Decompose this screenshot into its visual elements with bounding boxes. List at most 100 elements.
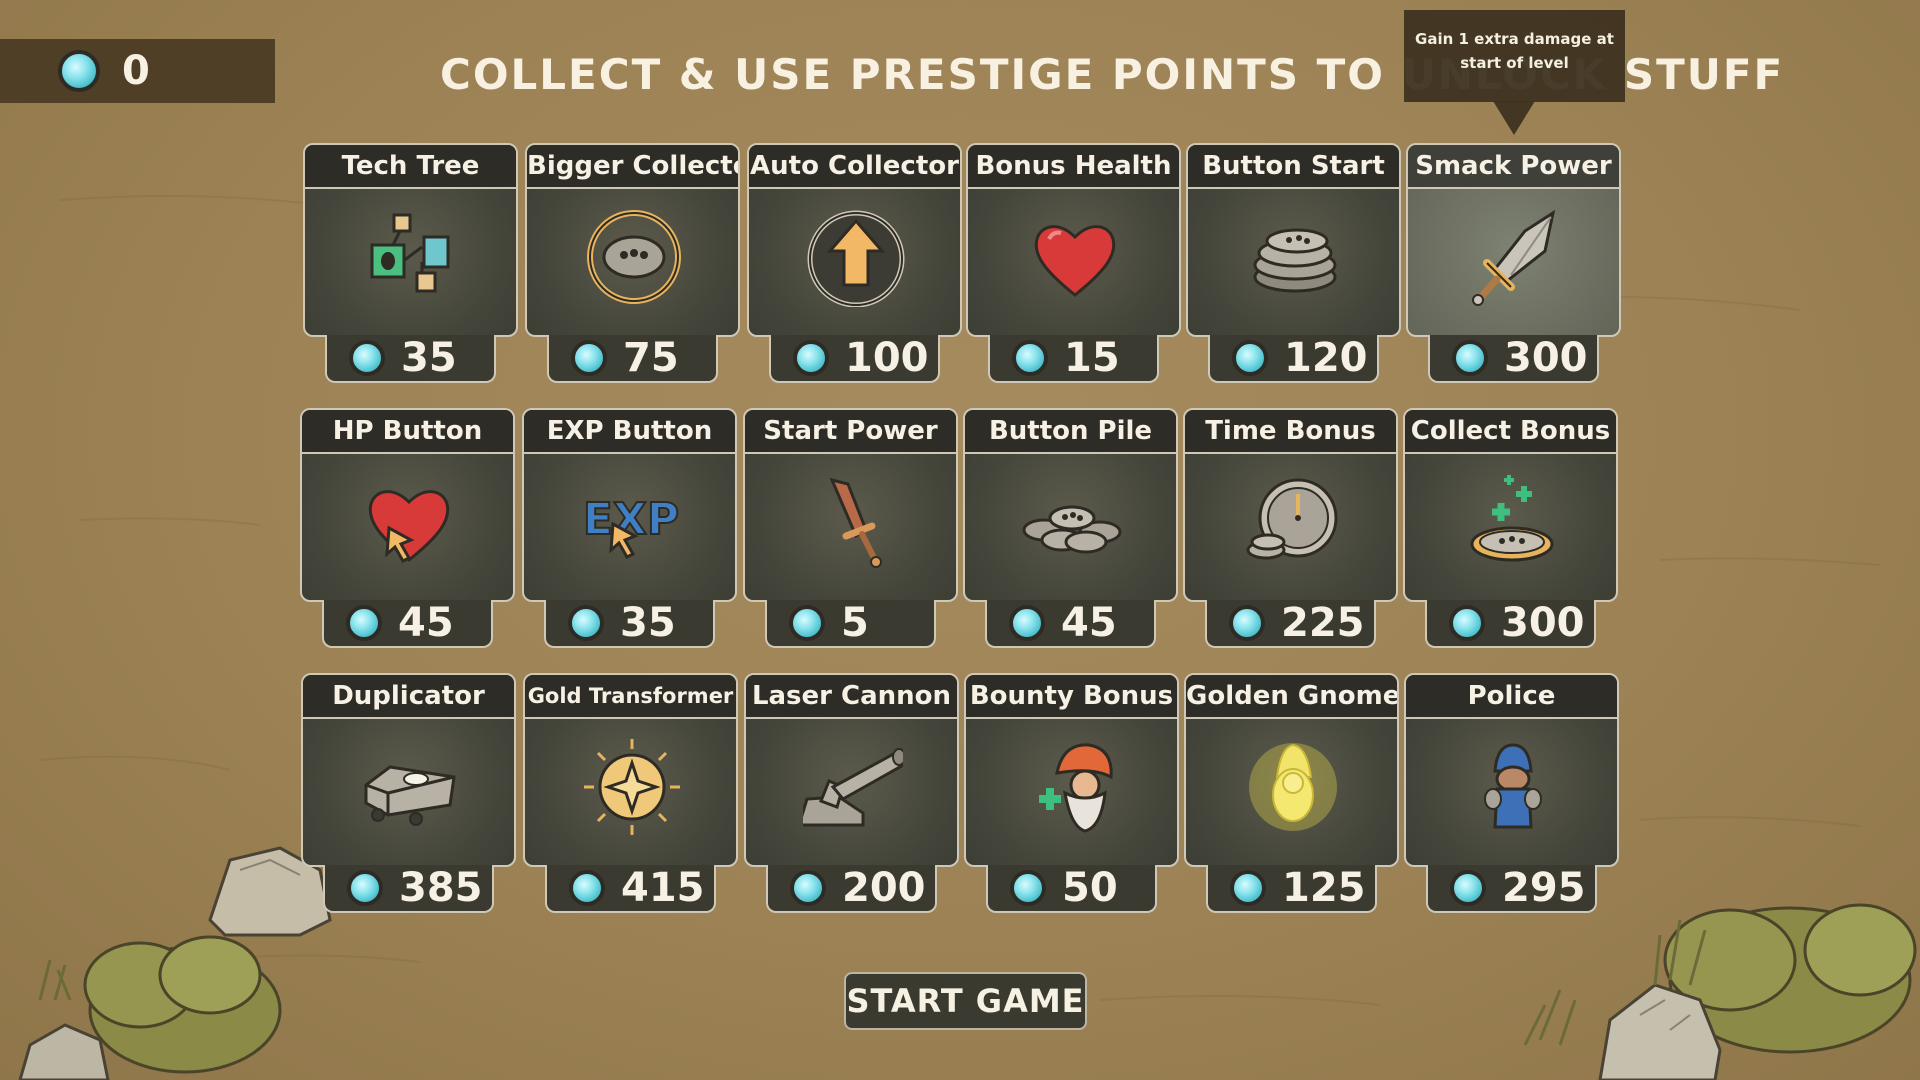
- upgrade-price: 300: [1428, 335, 1599, 383]
- prestige-gem-icon: [1010, 870, 1046, 906]
- upgrade-card-panel: HP Button: [300, 408, 515, 602]
- upgrade-card-smack-power[interactable]: Smack Power 300: [1406, 143, 1621, 383]
- button-pile-icon: [1022, 505, 1122, 554]
- upgrade-title: Laser Cannon: [746, 675, 957, 719]
- upgrade-price: 45: [985, 600, 1156, 648]
- prestige-gem-icon: [789, 605, 825, 641]
- heart-icon: [1034, 225, 1116, 297]
- prestige-points-display: 0: [0, 39, 275, 103]
- prestige-gem-icon: [571, 340, 607, 376]
- upgrade-card-time-bonus[interactable]: Time Bonus 225: [1183, 408, 1398, 648]
- price-value: 200: [842, 865, 926, 911]
- bronze-sword-icon: [829, 477, 882, 568]
- prestige-gem-icon: [1229, 605, 1265, 641]
- golden-gnome-icon: [1249, 743, 1337, 831]
- upgrade-title: Golden Gnome: [1186, 675, 1397, 719]
- price-value: 300: [1504, 335, 1588, 381]
- upgrade-card-panel: Duplicator: [301, 673, 516, 867]
- auto-collector-arrow-icon: [807, 210, 905, 307]
- upgrade-card-panel: Auto Collector: [747, 143, 962, 337]
- upgrade-card-laser-cannon[interactable]: Laser Cannon 200: [744, 673, 959, 913]
- upgrade-card-hp-button[interactable]: HP Button 45: [300, 408, 515, 648]
- upgrade-card-bounty-bonus[interactable]: Bounty Bonus 50: [964, 673, 1179, 913]
- upgrade-price: 295: [1426, 865, 1597, 913]
- gold-star-coin-icon: [584, 739, 680, 835]
- upgrade-card-panel: Bigger Collector: [525, 143, 740, 337]
- upgrade-price: 225: [1205, 600, 1376, 648]
- upgrade-card-auto-collector[interactable]: Auto Collector 100: [747, 143, 962, 383]
- prestige-gem-icon: [1012, 340, 1048, 376]
- heart-cursor-icon: [368, 490, 450, 563]
- upgrade-price: 415: [545, 865, 716, 913]
- price-value: 5: [841, 600, 869, 646]
- price-value: 295: [1502, 865, 1586, 911]
- price-value: 120: [1284, 335, 1368, 381]
- button-stack-icon: [1253, 228, 1337, 293]
- upgrade-card-bonus-health[interactable]: Bonus Health 15: [966, 143, 1181, 383]
- upgrade-card-panel: Button Start: [1186, 143, 1401, 337]
- prestige-gem-icon: [58, 50, 100, 92]
- upgrade-price: 125: [1206, 865, 1377, 913]
- prestige-gem-icon: [790, 870, 826, 906]
- sword-icon: [1472, 209, 1556, 306]
- upgrade-title: Start Power: [745, 410, 956, 454]
- upgrade-price: 5: [765, 600, 936, 648]
- upgrade-title: Gold Transformer: [525, 675, 736, 719]
- gnome-head-plus-icon: [1039, 743, 1113, 833]
- upgrade-card-duplicator[interactable]: Duplicator 385: [301, 673, 516, 913]
- upgrade-card-button-pile[interactable]: Button Pile 45: [963, 408, 1178, 648]
- upgrade-card-panel: Gold Transformer: [523, 673, 738, 867]
- prestige-gem-icon: [568, 605, 604, 641]
- upgrade-title: Collect Bonus: [1405, 410, 1616, 454]
- upgrade-card-panel: Police: [1404, 673, 1619, 867]
- upgrade-card-exp-button[interactable]: EXP Button EXP 35: [522, 408, 737, 648]
- upgrade-card-bigger-collector[interactable]: Bigger Collector 75: [525, 143, 740, 383]
- price-value: 385: [399, 865, 483, 911]
- upgrade-card-panel: Collect Bonus: [1403, 408, 1618, 602]
- upgrade-title: HP Button: [302, 410, 513, 454]
- tooltip-arrow: [1493, 101, 1535, 135]
- upgrade-title: Tech Tree: [305, 145, 516, 189]
- prestige-points-value: 0: [122, 48, 150, 94]
- upgrade-card-panel: Button Pile: [963, 408, 1178, 602]
- upgrade-title: Duplicator: [303, 675, 514, 719]
- upgrade-price: 15: [988, 335, 1159, 383]
- price-value: 225: [1281, 600, 1365, 646]
- upgrade-card-police[interactable]: Police 295: [1404, 673, 1619, 913]
- upgrade-title: Police: [1406, 675, 1617, 719]
- duplicator-machine-icon: [364, 765, 456, 826]
- upgrade-tooltip: Gain 1 extra damage at start of level: [1404, 10, 1625, 102]
- price-value: 75: [623, 335, 679, 381]
- upgrade-card-button-start[interactable]: Button Start 120: [1186, 143, 1401, 383]
- prestige-gem-icon: [1232, 340, 1268, 376]
- prestige-gem-icon: [346, 605, 382, 641]
- upgrade-price: 120: [1208, 335, 1379, 383]
- prestige-gem-icon: [793, 340, 829, 376]
- laser-cannon-icon: [803, 748, 903, 827]
- price-value: 35: [401, 335, 457, 381]
- price-value: 125: [1282, 865, 1366, 911]
- upgrade-price: 75: [547, 335, 718, 383]
- upgrade-card-panel: Laser Cannon: [744, 673, 959, 867]
- upgrade-card-panel: Bounty Bonus: [964, 673, 1179, 867]
- prestige-gem-icon: [1450, 870, 1486, 906]
- upgrade-card-tech-tree[interactable]: Tech Tree 35: [303, 143, 518, 383]
- upgrade-title: EXP Button: [524, 410, 735, 454]
- upgrade-price: 385: [323, 865, 494, 913]
- upgrade-card-gold-transformer[interactable]: Gold Transformer 415: [523, 673, 738, 913]
- price-value: 50: [1062, 865, 1118, 911]
- upgrade-card-panel: Bonus Health: [966, 143, 1181, 337]
- upgrade-price: 35: [544, 600, 715, 648]
- prestige-gem-icon: [1230, 870, 1266, 906]
- upgrade-card-golden-gnome[interactable]: Golden Gnome 125: [1184, 673, 1399, 913]
- upgrade-card-start-power[interactable]: Start Power 5: [743, 408, 958, 648]
- upgrade-title: Smack Power: [1408, 145, 1619, 189]
- upgrade-card-collect-bonus[interactable]: Collect Bonus 300: [1403, 408, 1618, 648]
- start-game-button[interactable]: START GAME: [844, 972, 1087, 1030]
- upgrade-title: Button Start: [1188, 145, 1399, 189]
- price-value: 100: [845, 335, 929, 381]
- prestige-gem-icon: [1452, 340, 1488, 376]
- clock-icon: [1246, 478, 1338, 560]
- upgrade-title: Time Bonus: [1185, 410, 1396, 454]
- ring-collector-icon: [587, 210, 681, 304]
